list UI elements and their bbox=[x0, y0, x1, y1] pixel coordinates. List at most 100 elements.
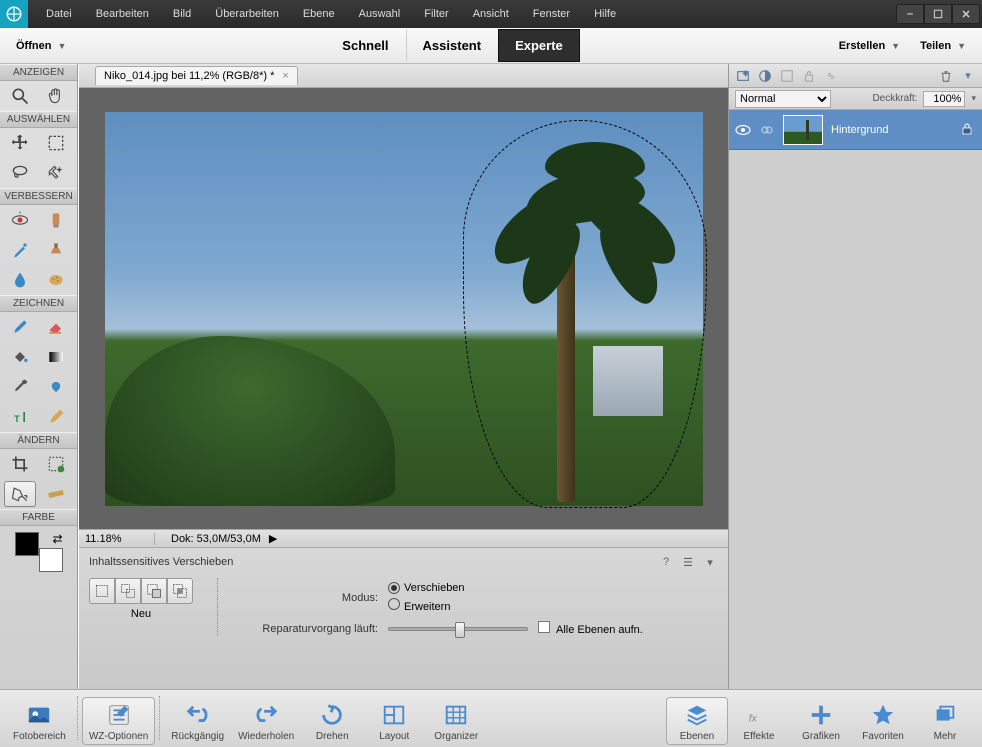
photo-bin-icon bbox=[23, 700, 55, 730]
lock-icon[interactable] bbox=[960, 122, 976, 138]
move-tool[interactable] bbox=[4, 130, 36, 156]
redo-button[interactable]: Wiederholen bbox=[231, 697, 301, 745]
menu-enhance[interactable]: Überarbeiten bbox=[205, 4, 289, 24]
photo-bin-button[interactable]: Fotobereich bbox=[6, 697, 73, 745]
create-button[interactable]: Erstellen▼ bbox=[831, 36, 908, 56]
doc-info-menu-icon[interactable]: ▶ bbox=[269, 532, 277, 545]
paint-bucket-tool[interactable] bbox=[4, 344, 36, 370]
menu-edit[interactable]: Bearbeiten bbox=[86, 4, 159, 24]
crop-tool[interactable] bbox=[4, 451, 36, 477]
smart-brush-tool[interactable] bbox=[4, 237, 36, 263]
pencil-tool[interactable] bbox=[40, 404, 72, 430]
toolbox-header-modify: ÄNDERN bbox=[0, 432, 77, 449]
selection-add[interactable] bbox=[115, 578, 141, 604]
mode-move-radio[interactable]: Verschieben bbox=[388, 582, 465, 594]
undo-button[interactable]: Rückgängig bbox=[164, 697, 231, 745]
window-minimize[interactable]: – bbox=[896, 4, 924, 24]
organizer-button[interactable]: Organizer bbox=[425, 697, 487, 745]
graphics-button[interactable]: Grafiken bbox=[790, 697, 852, 745]
background-color[interactable] bbox=[39, 548, 63, 572]
swap-colors-icon[interactable]: ⇄ bbox=[52, 532, 62, 546]
menu-select[interactable]: Auswahl bbox=[349, 4, 411, 24]
layer-mask-icon[interactable] bbox=[755, 67, 775, 85]
selection-intersect[interactable] bbox=[167, 578, 193, 604]
rotate-button[interactable]: Drehen bbox=[301, 697, 363, 745]
share-button[interactable]: Teilen▼ bbox=[912, 36, 974, 56]
tool-options-button[interactable]: WZ-Optionen bbox=[82, 697, 155, 745]
menu-window[interactable]: Fenster bbox=[523, 4, 580, 24]
more-button[interactable]: Mehr bbox=[914, 697, 976, 745]
open-button[interactable]: Öffnen▼ bbox=[8, 36, 74, 56]
link-icon[interactable] bbox=[759, 122, 775, 138]
spot-heal-tool[interactable] bbox=[40, 207, 72, 233]
close-tab-icon[interactable]: × bbox=[282, 70, 288, 82]
canvas[interactable] bbox=[105, 112, 703, 506]
adjustment-layer-icon[interactable] bbox=[777, 67, 797, 85]
mode-extend-radio[interactable]: Erweitern bbox=[388, 598, 465, 613]
clone-stamp-tool[interactable] bbox=[40, 237, 72, 263]
layer-name[interactable]: Hintergrund bbox=[831, 124, 952, 136]
blur-tool[interactable] bbox=[4, 267, 36, 293]
toolbox-header-view: ANZEIGEN bbox=[0, 64, 77, 81]
quick-select-tool[interactable] bbox=[40, 160, 72, 186]
sponge-tool[interactable] bbox=[40, 267, 72, 293]
visibility-icon[interactable] bbox=[735, 122, 751, 138]
delete-layer-icon[interactable] bbox=[936, 67, 956, 85]
document-tab[interactable]: Niko_014.jpg bei 11,2% (RGB/8*) * × bbox=[95, 66, 298, 85]
image-trees bbox=[105, 336, 395, 506]
layer-thumbnail[interactable] bbox=[783, 115, 823, 145]
selection-new-label: Neu bbox=[131, 608, 151, 620]
menu-image[interactable]: Bild bbox=[163, 4, 201, 24]
redeye-tool[interactable] bbox=[4, 207, 36, 233]
selection-new[interactable] bbox=[89, 578, 115, 604]
marquee-tool[interactable] bbox=[40, 130, 72, 156]
link-layers-icon[interactable] bbox=[821, 67, 841, 85]
window-close[interactable]: ✕ bbox=[952, 4, 980, 24]
menu-layer[interactable]: Ebene bbox=[293, 4, 345, 24]
layout-button[interactable]: Layout bbox=[363, 697, 425, 745]
favorites-button[interactable]: Favoriten bbox=[852, 697, 914, 745]
hand-tool[interactable] bbox=[40, 83, 72, 109]
foreground-color[interactable] bbox=[15, 532, 39, 556]
opacity-caret-icon[interactable]: ▾ bbox=[971, 93, 976, 104]
menu-filter[interactable]: Filter bbox=[414, 4, 458, 24]
opacity-value[interactable]: 100% bbox=[923, 91, 965, 107]
lasso-tool[interactable] bbox=[4, 160, 36, 186]
straighten-tool[interactable] bbox=[40, 481, 72, 507]
chevron-down-icon[interactable]: ▾ bbox=[702, 554, 718, 570]
more-icon bbox=[929, 700, 961, 730]
content-aware-move-tool[interactable] bbox=[4, 481, 36, 507]
zoom-tool[interactable] bbox=[4, 83, 36, 109]
menu-file[interactable]: Datei bbox=[36, 4, 82, 24]
brush-tool[interactable] bbox=[4, 314, 36, 340]
menu-view[interactable]: Ansicht bbox=[463, 4, 519, 24]
lock-layer-icon[interactable] bbox=[799, 67, 819, 85]
blend-mode-select[interactable]: Normal bbox=[735, 90, 831, 108]
main-menu: Datei Bearbeiten Bild Überarbeiten Ebene… bbox=[36, 4, 626, 24]
effects-button[interactable]: fx Effekte bbox=[728, 697, 790, 745]
recompose-tool[interactable] bbox=[40, 451, 72, 477]
tab-guided[interactable]: Assistent bbox=[406, 29, 499, 62]
options-menu-icon[interactable]: ☰ bbox=[680, 554, 696, 570]
layer-row-background[interactable]: Hintergrund bbox=[729, 110, 982, 150]
all-layers-checkbox[interactable]: Alle Ebenen aufn. bbox=[538, 621, 643, 636]
eyedropper-tool[interactable] bbox=[4, 374, 36, 400]
window-maximize[interactable]: ☐ bbox=[924, 4, 952, 24]
repair-slider[interactable] bbox=[388, 627, 528, 631]
help-icon[interactable]: ? bbox=[658, 554, 674, 570]
canvas-area[interactable] bbox=[79, 88, 728, 529]
menu-help[interactable]: Hilfe bbox=[584, 4, 626, 24]
new-layer-icon[interactable] bbox=[733, 67, 753, 85]
panel-menu-icon[interactable]: ▾ bbox=[958, 67, 978, 85]
layers-button[interactable]: Ebenen bbox=[666, 697, 728, 745]
tab-expert[interactable]: Experte bbox=[498, 29, 580, 62]
shape-tool[interactable] bbox=[40, 374, 72, 400]
gradient-tool[interactable] bbox=[40, 344, 72, 370]
zoom-display[interactable]: 11.18% bbox=[79, 533, 155, 545]
color-swatch[interactable]: ⇄ bbox=[15, 532, 63, 572]
selection-subtract[interactable] bbox=[141, 578, 167, 604]
eraser-tool[interactable] bbox=[40, 314, 72, 340]
mode-label: Modus: bbox=[248, 592, 378, 604]
tab-quick[interactable]: Schnell bbox=[325, 29, 405, 62]
type-tool[interactable]: T bbox=[4, 404, 36, 430]
